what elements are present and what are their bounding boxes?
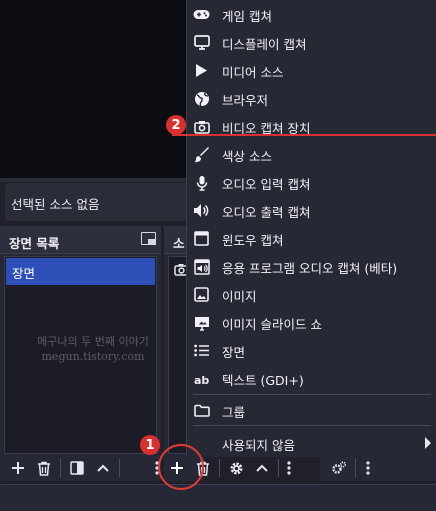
add-source-context-menu: 게임 캡쳐 디스플레이 캡쳐 미디어 소스 브라우저 비디오 캡쳐 장치 색상 … — [186, 0, 436, 457]
menu-item-label: 오디오 출력 캡쳐 — [222, 205, 311, 220]
gamepad-icon — [193, 6, 210, 23]
brush-icon — [193, 146, 210, 163]
remove-scene-button[interactable] — [31, 457, 57, 479]
menu-item-color-source[interactable]: 색상 소스 — [187, 140, 436, 168]
menu-item-display-capture[interactable]: 디스플레이 캡쳐 — [187, 28, 436, 56]
menu-item-label: 사용되지 않음 — [222, 438, 295, 453]
menu-item-label: 오디오 입력 캡쳐 — [222, 177, 311, 192]
annotation-underline — [172, 134, 436, 136]
chevron-up-icon — [256, 464, 268, 472]
status-bar — [0, 484, 436, 511]
app-audio-icon — [193, 258, 210, 275]
image-icon — [193, 286, 210, 303]
move-source-up-button[interactable] — [249, 457, 275, 479]
watermark-line-1: 메구나의 두 번째 이야기 — [37, 335, 149, 348]
watermark: 메구나의 두 번째 이야기 megun.tistory.com — [3, 334, 183, 364]
toolbar-separator — [60, 459, 61, 477]
scenes-toolbar — [5, 456, 123, 480]
move-scene-up-button[interactable] — [90, 457, 116, 479]
chevron-up-icon — [97, 464, 109, 472]
preview-divider — [0, 178, 190, 182]
toolbar-separator — [278, 459, 279, 477]
filter-icon — [70, 461, 84, 475]
toolbar-separator — [355, 459, 356, 477]
folder-icon — [193, 402, 210, 419]
menu-item-label: 색상 소스 — [222, 149, 272, 164]
text-icon: ab — [193, 370, 210, 387]
menu-separator — [193, 394, 431, 395]
menu-item-label: 응용 프로그램 오디오 캡쳐 (베타) — [222, 261, 398, 276]
menu-item-window-capture[interactable]: 윈도우 캡쳐 — [187, 224, 436, 252]
camera-icon — [193, 118, 210, 135]
list-icon — [193, 342, 210, 359]
menu-item-audio-output-capture[interactable]: 오디오 출력 캡쳐 — [187, 196, 436, 224]
menu-separator — [193, 425, 431, 426]
no-source-selected-text: 선택된 소스 없음 — [11, 197, 100, 212]
svg-text:ab: ab — [194, 374, 209, 385]
source-more-button[interactable] — [282, 457, 296, 479]
annotation-circle — [158, 444, 204, 490]
sources-dock-title: 소 — [173, 236, 185, 251]
menu-item-label: 게임 캡쳐 — [222, 9, 272, 24]
globe-icon — [193, 90, 210, 107]
menu-item-application-audio-capture[interactable]: 응용 프로그램 오디오 캡쳐 (베타) — [187, 252, 436, 280]
menu-item-label: 텍스트 (GDI+) — [222, 373, 304, 388]
monitor-icon — [193, 34, 210, 51]
microphone-icon — [193, 174, 210, 191]
undock-icon[interactable] — [141, 232, 156, 245]
trash-icon — [38, 461, 50, 476]
menu-item-audio-input-capture[interactable]: 오디오 입력 캡쳐 — [187, 168, 436, 196]
annotation-badge-2: 2 — [166, 115, 186, 135]
speaker-icon — [193, 202, 210, 219]
add-scene-button[interactable] — [5, 457, 31, 479]
preview-canvas[interactable] — [0, 0, 190, 178]
scene-filters-button[interactable] — [64, 457, 90, 479]
menu-item-label: 미디어 소스 — [222, 65, 284, 80]
menu-item-label: 윈도우 캡쳐 — [222, 233, 284, 248]
slideshow-icon — [193, 314, 210, 331]
menu-item-label: 브라우저 — [222, 93, 269, 108]
scenes-dock-header: 장면 목록 — [0, 226, 161, 254]
menu-item-scene[interactable]: 장면 — [187, 336, 436, 364]
kebab-icon — [287, 461, 291, 475]
submenu-arrow-icon — [425, 437, 431, 449]
menu-item-browser[interactable]: 브라우저 — [187, 84, 436, 112]
toolbar-separator — [119, 459, 120, 477]
menu-item-label: 디스플레이 캡쳐 — [222, 37, 307, 52]
menu-item-group[interactable]: 그룹 — [187, 396, 436, 424]
scenes-dock-title: 장면 목록 — [9, 236, 60, 251]
mixer-toolbar — [326, 456, 377, 480]
gears-icon — [332, 461, 347, 474]
mixer-dock-toolbar — [320, 455, 436, 481]
kebab-icon — [366, 461, 370, 475]
menu-item-deprecated[interactable]: 사용되지 않음 — [187, 429, 436, 457]
source-properties-button[interactable] — [223, 457, 249, 479]
gear-icon — [230, 462, 242, 474]
toolbar-separator — [219, 459, 220, 477]
menu-item-label: 장면 — [222, 345, 246, 360]
annotation-badge-1: 1 — [140, 435, 160, 455]
menu-item-label: 이미지 — [222, 289, 257, 304]
plus-icon — [12, 462, 24, 474]
menu-item-media-source[interactable]: 미디어 소스 — [187, 56, 436, 84]
menu-item-image[interactable]: 이미지 — [187, 280, 436, 308]
window-icon — [193, 230, 210, 247]
scene-item-selected[interactable]: 장면 — [6, 258, 155, 285]
menu-item-label: 그룹 — [222, 405, 246, 420]
menu-item-game-capture[interactable]: 게임 캡쳐 — [187, 0, 436, 28]
menu-item-text-gdi[interactable]: ab 텍스트 (GDI+) — [187, 364, 436, 392]
menu-item-image-slideshow[interactable]: 이미지 슬라이드 쇼 — [187, 308, 436, 336]
watermark-line-2: megun.tistory.com — [41, 350, 145, 363]
play-icon — [193, 62, 210, 79]
menu-item-label: 이미지 슬라이드 쇼 — [222, 317, 322, 332]
advanced-audio-button[interactable] — [326, 457, 352, 479]
mixer-more-button[interactable] — [359, 457, 377, 479]
